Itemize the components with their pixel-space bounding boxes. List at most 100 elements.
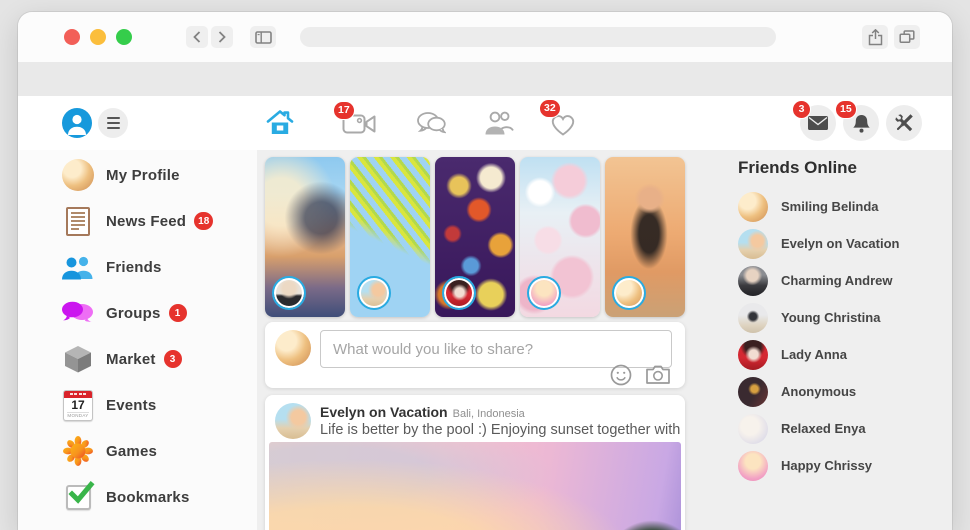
feed-post: Evelyn on Vacation Bali, Indonesia Life i… [265,395,685,530]
friend-item[interactable]: Happy Chrissy [738,447,952,484]
app-header: 17 [18,96,952,150]
friend-avatar [738,266,768,296]
zoom-window-button[interactable] [116,29,132,45]
groups-icon [61,296,95,330]
sidebar-item-events[interactable]: 17 MONDAY Events [18,382,257,428]
story-avatar [612,276,646,310]
news-feed-icon [61,204,95,238]
emoji-icon[interactable] [610,364,632,386]
friends-online-list: Smiling Belinda Evelyn on Vacation Charm… [738,188,952,484]
sidebar-toggle-button[interactable] [250,26,276,48]
post-location: Bali, Indonesia [453,408,525,420]
mail-icon [808,116,828,130]
settings-button[interactable] [886,105,922,141]
friend-avatar [738,303,768,333]
story-avatar [527,276,561,310]
market-badge: 3 [164,350,182,368]
friend-avatar [738,229,768,259]
groups-badge: 1 [169,304,187,322]
forward-button[interactable] [211,26,233,48]
story-couple-selfie[interactable] [265,157,345,317]
notifications-button[interactable]: 15 [843,105,879,141]
post-composer [265,322,685,388]
events-calendar-icon: 17 MONDAY [61,388,95,422]
friend-item[interactable]: Evelyn on Vacation [738,225,952,262]
story-cherry-blossom[interactable] [520,157,600,317]
post-sunset-photo[interactable] [269,442,681,530]
post-mention-link[interactable]: @Andrew [684,422,685,438]
video-badge: 17 [333,101,355,120]
friend-item[interactable]: Charming Andrew [738,262,952,299]
post-author-name[interactable]: Evelyn on Vacation [320,404,448,420]
friends-icon [61,250,95,284]
composer-avatar [275,330,311,366]
sidebar-item-groups[interactable]: Groups 1 [18,290,257,336]
browser-toolbar [18,12,952,62]
story-avatar [272,276,306,310]
story-bokeh-lights[interactable] [435,157,515,317]
likes-nav-button[interactable]: 32 [548,110,578,137]
story-avatar [357,276,391,310]
person-icon [62,108,92,138]
back-chevron-icon [192,31,202,43]
minimize-window-button[interactable] [90,29,106,45]
sidebar-item-news-feed[interactable]: News Feed 18 [18,198,257,244]
post-author-avatar[interactable] [275,403,311,439]
main-feed: Evelyn on Vacation Bali, Indonesia Life i… [257,150,730,530]
friend-item[interactable]: Young Christina [738,299,952,336]
sidebar-toggle-icon [255,31,272,44]
friend-item[interactable]: Smiling Belinda [738,188,952,225]
friend-item[interactable]: Anonymous [738,373,952,410]
share-button[interactable] [862,25,888,49]
friend-avatar [738,414,768,444]
tabs-button[interactable] [894,25,920,49]
news-feed-badge: 18 [194,212,213,230]
share-icon [868,29,883,46]
people-icon [484,110,514,136]
friend-avatar [738,377,768,407]
friends-online-panel: Friends Online Smiling Belinda Evelyn on… [730,150,952,530]
notifications-badge: 15 [835,100,857,119]
close-window-button[interactable] [64,29,80,45]
friend-avatar [738,340,768,370]
friends-online-title: Friends Online [738,158,952,180]
sidebar-item-my-profile[interactable]: My Profile [18,152,257,198]
games-pinwheel-icon [61,434,95,468]
forward-chevron-icon [217,31,227,43]
friend-avatar [738,192,768,222]
sidebar-item-market[interactable]: Market 3 [18,336,257,382]
tabs-icon [899,30,915,44]
sidebar-item-games[interactable]: Games [18,428,257,474]
left-sidebar: My Profile News Feed 18 [18,150,257,530]
address-bar[interactable] [300,27,776,47]
app-body: My Profile News Feed 18 [18,150,952,530]
messages-button[interactable]: 3 [800,105,836,141]
likes-badge: 32 [539,99,561,118]
home-nav-button[interactable] [266,109,294,136]
home-icon [266,109,294,136]
bell-icon [853,114,870,133]
profile-avatar-button[interactable] [62,108,92,138]
market-icon [61,342,95,376]
back-button[interactable] [186,26,208,48]
hamburger-icon [107,117,120,119]
chat-bubbles-icon [416,111,446,135]
video-nav-button[interactable]: 17 [342,112,376,136]
screenshot-stage: 17 [0,0,970,530]
sidebar-item-bookmarks[interactable]: Bookmarks [18,474,257,520]
post-text: Life is better by the pool :) Enjoying s… [320,422,684,438]
story-beach-workout[interactable] [605,157,685,317]
messages-badge: 3 [792,100,811,119]
share-input[interactable] [320,330,672,368]
friends-nav-button[interactable] [484,110,514,136]
sidebar-item-friends[interactable]: Friends [18,244,257,290]
story-palm-leaf[interactable] [350,157,430,317]
stories-row [265,157,730,317]
friend-item[interactable]: Relaxed Enya [738,410,952,447]
photo-camera-icon[interactable] [645,364,671,385]
friend-item[interactable]: Lady Anna [738,336,952,373]
profile-photo-icon [61,158,95,192]
browser-window: 17 [18,12,952,530]
hamburger-menu-button[interactable] [98,108,128,138]
chat-nav-button[interactable] [416,111,446,135]
